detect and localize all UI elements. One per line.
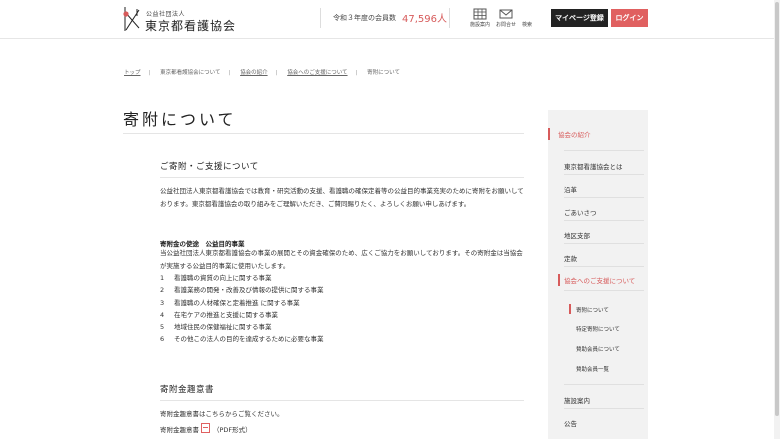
active-indicator — [569, 304, 571, 314]
list-item: 3 看護職の人材確保と定着推進 に関する事業 — [160, 298, 300, 307]
breadcrumb-introduction[interactable]: 協会の紹介 — [240, 70, 268, 76]
facility-nav-label: 施設案内 — [469, 22, 490, 28]
title-divider — [123, 133, 524, 134]
sidebar-divider — [564, 197, 644, 198]
page-title: 寄附について — [123, 110, 237, 129]
sidebar-item-notices[interactable]: 公告 — [564, 418, 577, 428]
sidebar-divider — [564, 384, 644, 385]
sidebar-item-branches[interactable]: 地区支部 — [564, 230, 590, 240]
breadcrumb-separator: | — [275, 70, 278, 76]
sidebar-subitem-supporting-member[interactable]: 賛助会員について — [576, 345, 620, 353]
sidebar-subitem-member-list[interactable]: 賛助会員一覧 — [576, 365, 609, 373]
sidebar-section-title[interactable]: 協会の紹介 — [558, 129, 591, 139]
purpose-text: 当公益社団法人東京都看護協会の事業の展開とその資金確保のため、広くご協力をお願い… — [160, 249, 523, 270]
active-indicator — [558, 274, 560, 286]
mypage-register-button[interactable]: マイページ登録 — [551, 9, 608, 27]
member-count-value: 47,596人 — [402, 14, 447, 25]
prospectus-link-row: 寄附金趣意書 （PDF形式） — [160, 422, 252, 434]
breadcrumb-about: 東京都看護協会について — [160, 70, 221, 76]
facility-icon — [473, 8, 487, 20]
pdf-icon[interactable] — [201, 423, 210, 433]
member-count-label: 令和３年度の会員数 — [333, 14, 396, 22]
logo-mark-icon — [123, 7, 140, 31]
intro-text: 公益社団法人東京都看護協会では教育・研究活動の支援、看護職の確保定着等の公益目的… — [160, 187, 524, 208]
sidebar-divider — [564, 174, 644, 175]
sidebar-divider — [564, 290, 644, 291]
breadcrumb: トップ | 東京都看護協会について | 協会の紹介 | 協会へのご支援について | 寄附… — [124, 68, 400, 76]
section-divider — [160, 177, 524, 178]
list-item: 1 看護職の資質の向上に関する事業 — [160, 274, 272, 282]
sidebar-item-about[interactable]: 東京都看護協会とは — [564, 161, 623, 171]
search-nav-label: 検索 — [521, 22, 532, 28]
site-header: 公益社団法人 東京都看護協会 令和３年度の会員数 47,596人 施設案内 お問… — [0, 0, 780, 39]
list-item: 6 その他この法人の目的を達成するために必要な事業 — [160, 335, 324, 344]
sidebar-item-greeting[interactable]: ごあいさつ — [564, 207, 597, 217]
list-item: 2 看護業務の開発・改善及び情報の提供に関する事業 — [160, 286, 324, 295]
prospectus-text: 寄附金趣意書はこちらからご覧ください。 — [160, 410, 284, 418]
logo-title: 東京都看護協会 — [145, 19, 237, 33]
project-list: 1 看護職の資質の向上に関する事業 2 看護業務の開発・改善及び情報の提供に関する事… — [160, 272, 324, 346]
search-nav[interactable]: 検索 — [515, 8, 539, 30]
breadcrumb-support[interactable]: 協会へのご支援について — [287, 70, 347, 76]
sidebar-subitem-specified-donation[interactable]: 特定寄附について — [576, 325, 620, 333]
sidebar-item-articles[interactable]: 定款 — [564, 253, 577, 263]
search-icon — [520, 8, 534, 20]
section-heading-donation: ご寄附・ご支援について — [160, 162, 259, 172]
section-heading-prospectus: 寄附金趣意書 — [160, 385, 215, 395]
facility-nav[interactable]: 施設案内 — [468, 8, 492, 30]
sidebar-item-facilities[interactable]: 施設案内 — [564, 395, 590, 405]
sidebar-nav: 協会の紹介 東京都看護協会とは 沿革 ごあいさつ 地区支部 定款 協会へのご支援… — [548, 110, 648, 439]
sidebar-subitem-donation[interactable]: 寄附について — [576, 306, 609, 314]
breadcrumb-separator: | — [228, 70, 231, 76]
sidebar-divider — [564, 150, 644, 151]
breadcrumb-top[interactable]: トップ — [124, 70, 141, 76]
breadcrumb-current: 寄附について — [367, 70, 400, 76]
sidebar-divider — [564, 266, 644, 267]
sidebar-item-history[interactable]: 沿革 — [564, 184, 577, 194]
sidebar-divider — [564, 243, 644, 244]
mail-icon — [499, 9, 513, 19]
sidebar-item-support[interactable]: 協会へのご支援について — [564, 275, 635, 285]
list-item: 5 地域住民の保健福祉に関する事業 — [160, 323, 272, 332]
list-item: 4 在宅ケアの推進と支援に関する事業 — [160, 310, 278, 319]
section-divider — [160, 400, 524, 401]
sidebar-divider — [564, 220, 644, 221]
prospectus-link[interactable]: 寄附金趣意書 — [160, 426, 199, 434]
breadcrumb-separator: | — [148, 70, 151, 76]
site-logo[interactable]: 公益社団法人 東京都看護協会 — [122, 6, 242, 34]
breadcrumb-separator: | — [355, 70, 358, 76]
scrollbar-thumb[interactable] — [775, 2, 779, 416]
member-count-box: 令和３年度の会員数 47,596人 — [320, 8, 450, 28]
pdf-format-label: （PDF形式） — [213, 426, 252, 434]
sidebar-divider — [564, 408, 644, 409]
login-button[interactable]: ログイン — [611, 9, 648, 27]
active-indicator — [548, 128, 550, 140]
